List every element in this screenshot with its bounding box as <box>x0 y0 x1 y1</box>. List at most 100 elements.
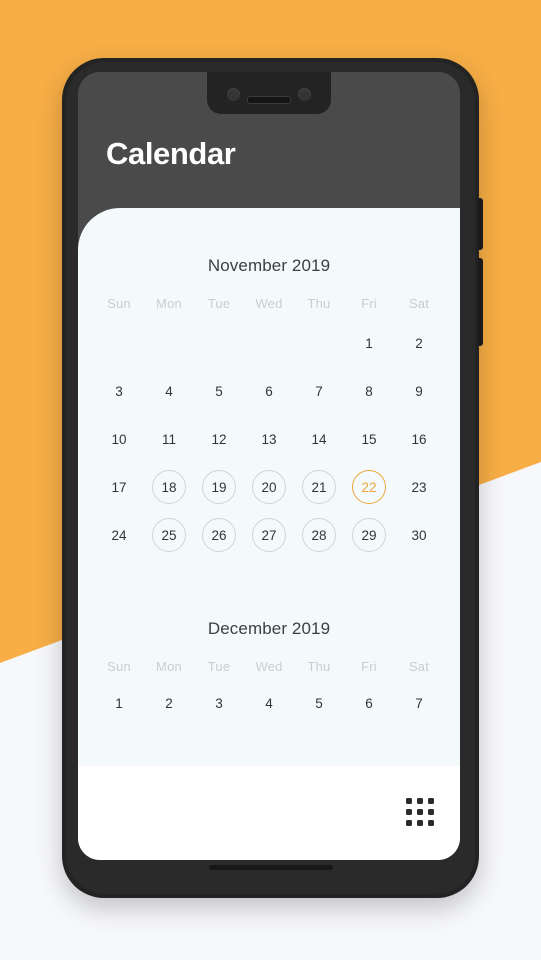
weekday-header-november: Sun Mon Tue Wed Thu Fri Sat <box>94 296 444 311</box>
day-cell: 9 <box>394 367 444 415</box>
weekday-label-sun: Sun <box>107 296 131 311</box>
phone-power-button[interactable] <box>478 198 483 250</box>
day-14[interactable]: 14 <box>302 422 336 456</box>
day-7[interactable]: 7 <box>402 686 436 720</box>
day-6[interactable]: 6 <box>352 686 386 720</box>
day-cell: 24 <box>94 511 144 559</box>
day-29[interactable]: 29 <box>352 518 386 552</box>
day-cell: 27 <box>244 511 294 559</box>
day-19[interactable]: 19 <box>202 470 236 504</box>
day-6[interactable]: 6 <box>252 374 286 408</box>
day-30[interactable]: 30 <box>402 518 436 552</box>
month-block-november: November 2019 Sun Mon Tue Wed Thu Fri Sat 1 2 3 4 5 6… <box>78 256 460 559</box>
day-cell: 6 <box>244 367 294 415</box>
weekday-label-wed: Wed <box>255 296 283 311</box>
page-title: Calendar <box>106 136 236 171</box>
weekday-label-sat: Sat <box>408 659 430 674</box>
day-18[interactable]: 18 <box>152 470 186 504</box>
day-12[interactable]: 12 <box>202 422 236 456</box>
day-cell-empty <box>94 319 144 367</box>
day-cell: 15 <box>344 415 394 463</box>
day-4[interactable]: 4 <box>152 374 186 408</box>
weekday-label-tue: Tue <box>207 296 231 311</box>
day-cell: 3 <box>94 367 144 415</box>
day-1[interactable]: 1 <box>102 686 136 720</box>
day-13[interactable]: 13 <box>252 422 286 456</box>
day-cell: 17 <box>94 463 144 511</box>
day-cell: 30 <box>394 511 444 559</box>
weekday-header-december: Sun Mon Tue Wed Thu Fri Sat <box>94 659 444 674</box>
weekday-label-thu: Thu <box>307 296 331 311</box>
day-cell: 7 <box>394 682 444 724</box>
weekday-label-tue: Tue <box>207 659 231 674</box>
day-cell: 8 <box>344 367 394 415</box>
day-4[interactable]: 4 <box>252 686 286 720</box>
day-26[interactable]: 26 <box>202 518 236 552</box>
day-23[interactable]: 23 <box>402 470 436 504</box>
grid-dot <box>428 798 434 804</box>
day-25[interactable]: 25 <box>152 518 186 552</box>
weekday-label-mon: Mon <box>156 659 182 674</box>
day-20[interactable]: 20 <box>252 470 286 504</box>
days-grid-december: 1234567 <box>94 682 444 724</box>
grid-dot <box>428 809 434 815</box>
day-24[interactable]: 24 <box>102 518 136 552</box>
day-cell: 16 <box>394 415 444 463</box>
bottom-bar <box>78 766 460 860</box>
weekday-label-sun: Sun <box>107 659 131 674</box>
day-28[interactable]: 28 <box>302 518 336 552</box>
day-27[interactable]: 27 <box>252 518 286 552</box>
day-cell-empty <box>244 319 294 367</box>
day-2[interactable]: 2 <box>152 686 186 720</box>
day-cell: 11 <box>144 415 194 463</box>
day-11[interactable]: 11 <box>152 422 186 456</box>
day-cell-empty <box>294 319 344 367</box>
phone-volume-button[interactable] <box>478 258 483 346</box>
day-5[interactable]: 5 <box>202 374 236 408</box>
month-title-december: December 2019 <box>207 619 331 638</box>
day-5[interactable]: 5 <box>302 686 336 720</box>
day-8[interactable]: 8 <box>352 374 386 408</box>
day-16[interactable]: 16 <box>402 422 436 456</box>
day-cell: 4 <box>244 682 294 724</box>
grid-dot <box>406 809 412 815</box>
front-camera-icon <box>227 88 240 101</box>
grid-dot <box>417 820 423 826</box>
earpiece-speaker <box>247 96 291 104</box>
day-1[interactable]: 1 <box>352 326 386 360</box>
day-cell: 2 <box>394 319 444 367</box>
months-container: November 2019 Sun Mon Tue Wed Thu Fri Sat 1 2 3 4 5 6… <box>78 256 460 724</box>
day-cell-empty <box>194 319 244 367</box>
weekday-label-fri: Fri <box>361 296 377 311</box>
weekday-label-sat: Sat <box>408 296 430 311</box>
day-2[interactable]: 2 <box>402 326 436 360</box>
day-cell: 22 <box>344 463 394 511</box>
day-15[interactable]: 15 <box>352 422 386 456</box>
day-cell: 7 <box>294 367 344 415</box>
day-cell: 25 <box>144 511 194 559</box>
weekday-label-wed: Wed <box>255 659 283 674</box>
day-cell: 1 <box>94 682 144 724</box>
day-cell: 1 <box>344 319 394 367</box>
weekday-label-mon: Mon <box>156 296 182 311</box>
phone-screen: Calendar November 2019 Sun Mon Tue Wed Thu Fri… <box>78 72 460 860</box>
day-9[interactable]: 9 <box>402 374 436 408</box>
day-10[interactable]: 10 <box>102 422 136 456</box>
day-3[interactable]: 3 <box>202 686 236 720</box>
day-cell: 23 <box>394 463 444 511</box>
day-placeholder <box>252 326 286 360</box>
day-7[interactable]: 7 <box>302 374 336 408</box>
day-cell: 3 <box>194 682 244 724</box>
front-sensor-icon <box>298 88 311 101</box>
day-3[interactable]: 3 <box>102 374 136 408</box>
day-selected-22[interactable]: 22 <box>352 470 386 504</box>
grid-dot <box>428 820 434 826</box>
day-17[interactable]: 17 <box>102 470 136 504</box>
apps-grid-icon[interactable] <box>406 798 434 826</box>
day-placeholder <box>152 326 186 360</box>
day-cell: 4 <box>144 367 194 415</box>
day-21[interactable]: 21 <box>302 470 336 504</box>
grid-dot <box>406 820 412 826</box>
month-title-november: November 2019 <box>207 256 331 275</box>
day-placeholder <box>302 326 336 360</box>
